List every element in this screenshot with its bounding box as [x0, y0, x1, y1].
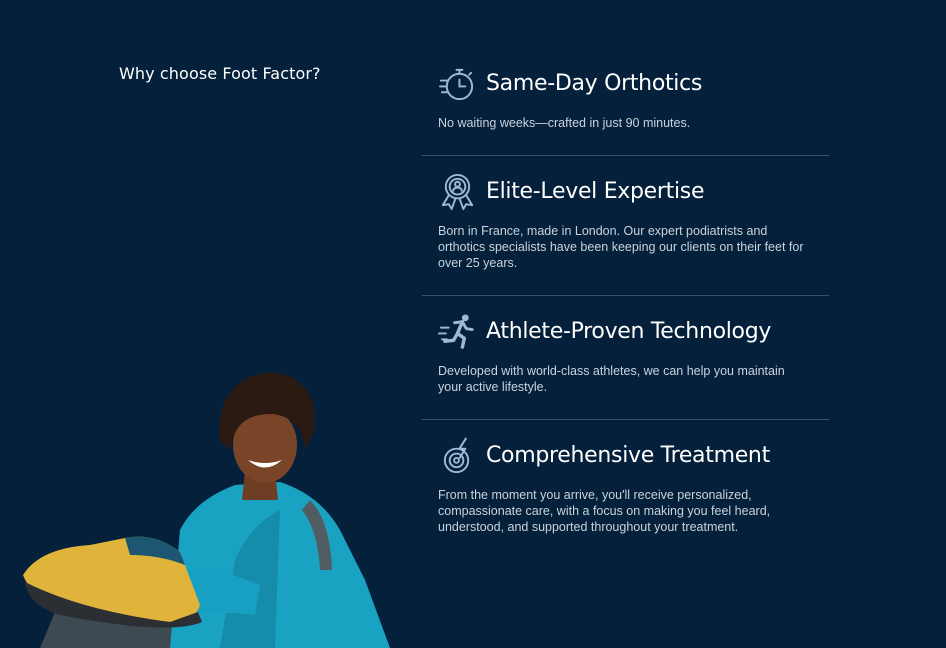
feature-item-treatment: Comprehensive Treatment From the moment … — [422, 420, 829, 559]
feature-title: Athlete-Proven Technology — [486, 319, 772, 344]
feature-description: No waiting weeks—crafted in just 90 minu… — [438, 116, 691, 130]
stopwatch-icon — [438, 68, 474, 101]
feature-description: Born in France, made in London. Our expe… — [438, 224, 804, 270]
feature-description: From the moment you arrive, you'll recei… — [438, 488, 771, 534]
feature-item-athlete: Athlete-Proven Technology Developed with… — [422, 296, 829, 420]
feature-item-same-day: Same-Day Orthotics No waiting weeks—craf… — [422, 48, 829, 156]
feature-description: Developed with world-class athletes, we … — [438, 364, 785, 394]
feature-title: Elite-Level Expertise — [486, 179, 705, 204]
feature-list: Same-Day Orthotics No waiting weeks—craf… — [422, 48, 829, 559]
target-bolt-icon — [443, 437, 470, 474]
why-choose-section: Why choose Foot Factor? Same-Day Orthoti… — [0, 0, 946, 648]
section-heading: Why choose Foot Factor? — [119, 64, 321, 83]
athlete-photo — [23, 372, 390, 648]
award-badge-icon — [441, 173, 474, 211]
feature-item-expertise: Elite-Level Expertise Born in France, ma… — [422, 156, 829, 296]
running-person-icon — [438, 314, 474, 349]
feature-title: Comprehensive Treatment — [486, 443, 770, 468]
feature-title: Same-Day Orthotics — [486, 71, 703, 96]
